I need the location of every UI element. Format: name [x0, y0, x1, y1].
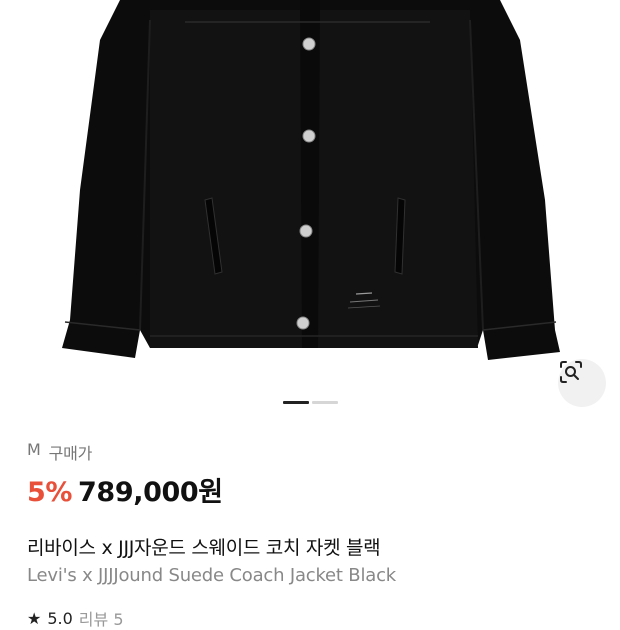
star-icon: ★: [27, 608, 42, 628]
image-search-button[interactable]: [558, 359, 606, 407]
review-count[interactable]: 리뷰 5: [79, 606, 124, 630]
price: 789,000원: [78, 477, 223, 508]
pager-dot-active[interactable]: [283, 401, 309, 404]
product-title-english: Levi's x JJJJound Suede Coach Jacket Bla…: [27, 565, 397, 586]
purchase-price-label: 구매가: [48, 444, 93, 463]
size-purchase-row: M 구매가: [27, 440, 92, 464]
rating-row[interactable]: ★ 5.0 리뷰 5: [27, 606, 124, 630]
image-pager: [283, 401, 338, 404]
rating-value: 5.0: [47, 608, 73, 628]
size-label: M: [27, 440, 41, 459]
product-image[interactable]: [0, 0, 620, 418]
product-title-korean: 리바이스 x JJJ자운드 스웨이드 코치 자켓 블랙: [27, 537, 381, 559]
lens-icon: [560, 361, 582, 383]
jacket-photo: [62, 0, 560, 360]
price-row: 5% 789,000원: [27, 470, 223, 509]
pager-dot[interactable]: [312, 401, 338, 404]
discount-rate: 5%: [27, 477, 73, 508]
